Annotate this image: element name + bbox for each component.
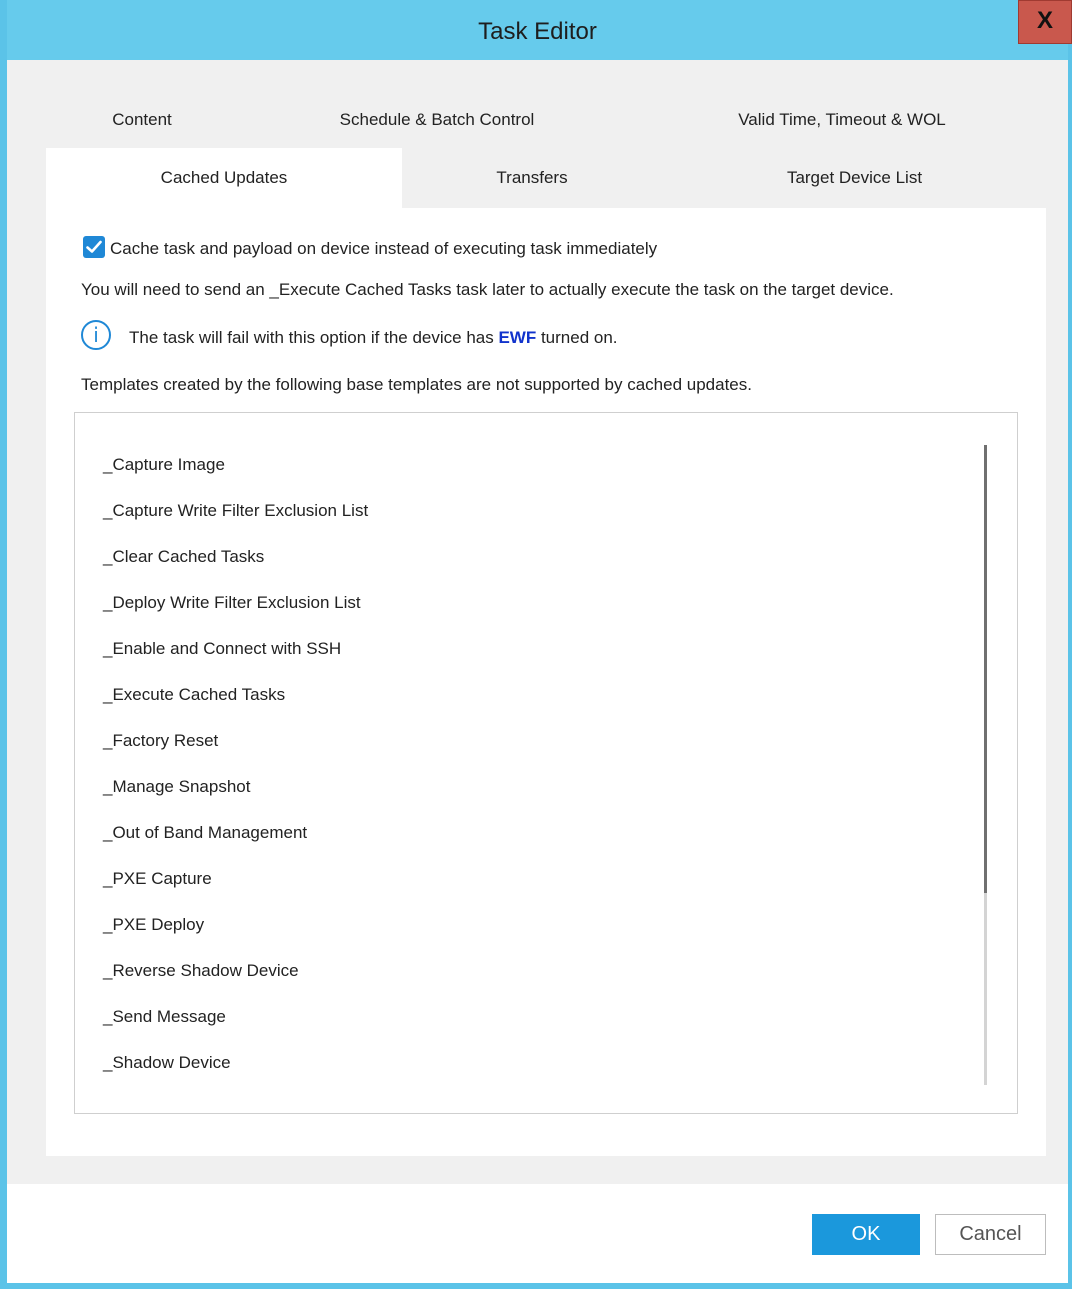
tab-target-device-list[interactable]: Target Device List: [707, 168, 1002, 198]
tab-schedule-batch-control[interactable]: Schedule & Batch Control: [307, 110, 567, 140]
tab-cached-updates[interactable]: Cached Updates: [46, 148, 402, 210]
cache-task-checkbox-label[interactable]: Cache task and payload on device instead…: [110, 239, 657, 259]
list-item[interactable]: _PXE Capture: [103, 869, 212, 889]
list-item[interactable]: _Deploy Write Filter Exclusion List: [103, 593, 361, 613]
list-item[interactable]: _Shadow Device: [103, 1053, 231, 1073]
unsupported-templates-list[interactable]: _Capture Image _Capture Write Filter Exc…: [74, 412, 1018, 1114]
tab-transfers[interactable]: Transfers: [402, 168, 662, 198]
cancel-button[interactable]: Cancel: [935, 1214, 1046, 1255]
task-editor-window: Task Editor X Content Schedule & Batch C…: [0, 0, 1072, 1289]
list-item[interactable]: _Manage Snapshot: [103, 777, 250, 797]
close-button[interactable]: X: [1018, 0, 1072, 44]
list-item[interactable]: _Execute Cached Tasks: [103, 685, 285, 705]
cache-task-checkbox[interactable]: [83, 236, 105, 258]
window-title: Task Editor: [478, 18, 597, 45]
list-item[interactable]: _Capture Write Filter Exclusion List: [103, 501, 368, 521]
list-item[interactable]: _Reverse Shadow Device: [103, 961, 299, 981]
list-item[interactable]: _Send Message: [103, 1007, 226, 1027]
info-icon: i: [81, 320, 111, 350]
ewf-warning: The task will fail with this option if t…: [129, 328, 618, 348]
tab-content[interactable]: Content: [77, 110, 207, 140]
checkmark-icon: [86, 240, 102, 253]
ok-button[interactable]: OK: [812, 1214, 920, 1255]
list-item[interactable]: _PXE Deploy: [103, 915, 204, 935]
list-item[interactable]: _Factory Reset: [103, 731, 218, 751]
ewf-warning-before: The task will fail with this option if t…: [129, 328, 499, 347]
dialog-footer: OK Cancel: [7, 1184, 1068, 1283]
list-item[interactable]: _Out of Band Management: [103, 823, 307, 843]
tab-valid-time-timeout-wol[interactable]: Valid Time, Timeout & WOL: [697, 110, 987, 140]
execute-cached-note: You will need to send an _Execute Cached…: [81, 280, 894, 299]
title-bar: Task Editor X: [7, 0, 1072, 60]
ewf-warning-after: turned on.: [536, 328, 618, 347]
list-item[interactable]: _Capture Image: [103, 455, 225, 475]
scrollbar-thumb[interactable]: [984, 445, 987, 893]
cached-updates-panel: Cache task and payload on device instead…: [46, 208, 1046, 1156]
templates-intro: Templates created by the following base …: [81, 375, 752, 394]
list-item[interactable]: _Clear Cached Tasks: [103, 547, 264, 567]
list-item[interactable]: _Enable and Connect with SSH: [103, 639, 341, 659]
ewf-highlight: EWF: [498, 328, 537, 347]
